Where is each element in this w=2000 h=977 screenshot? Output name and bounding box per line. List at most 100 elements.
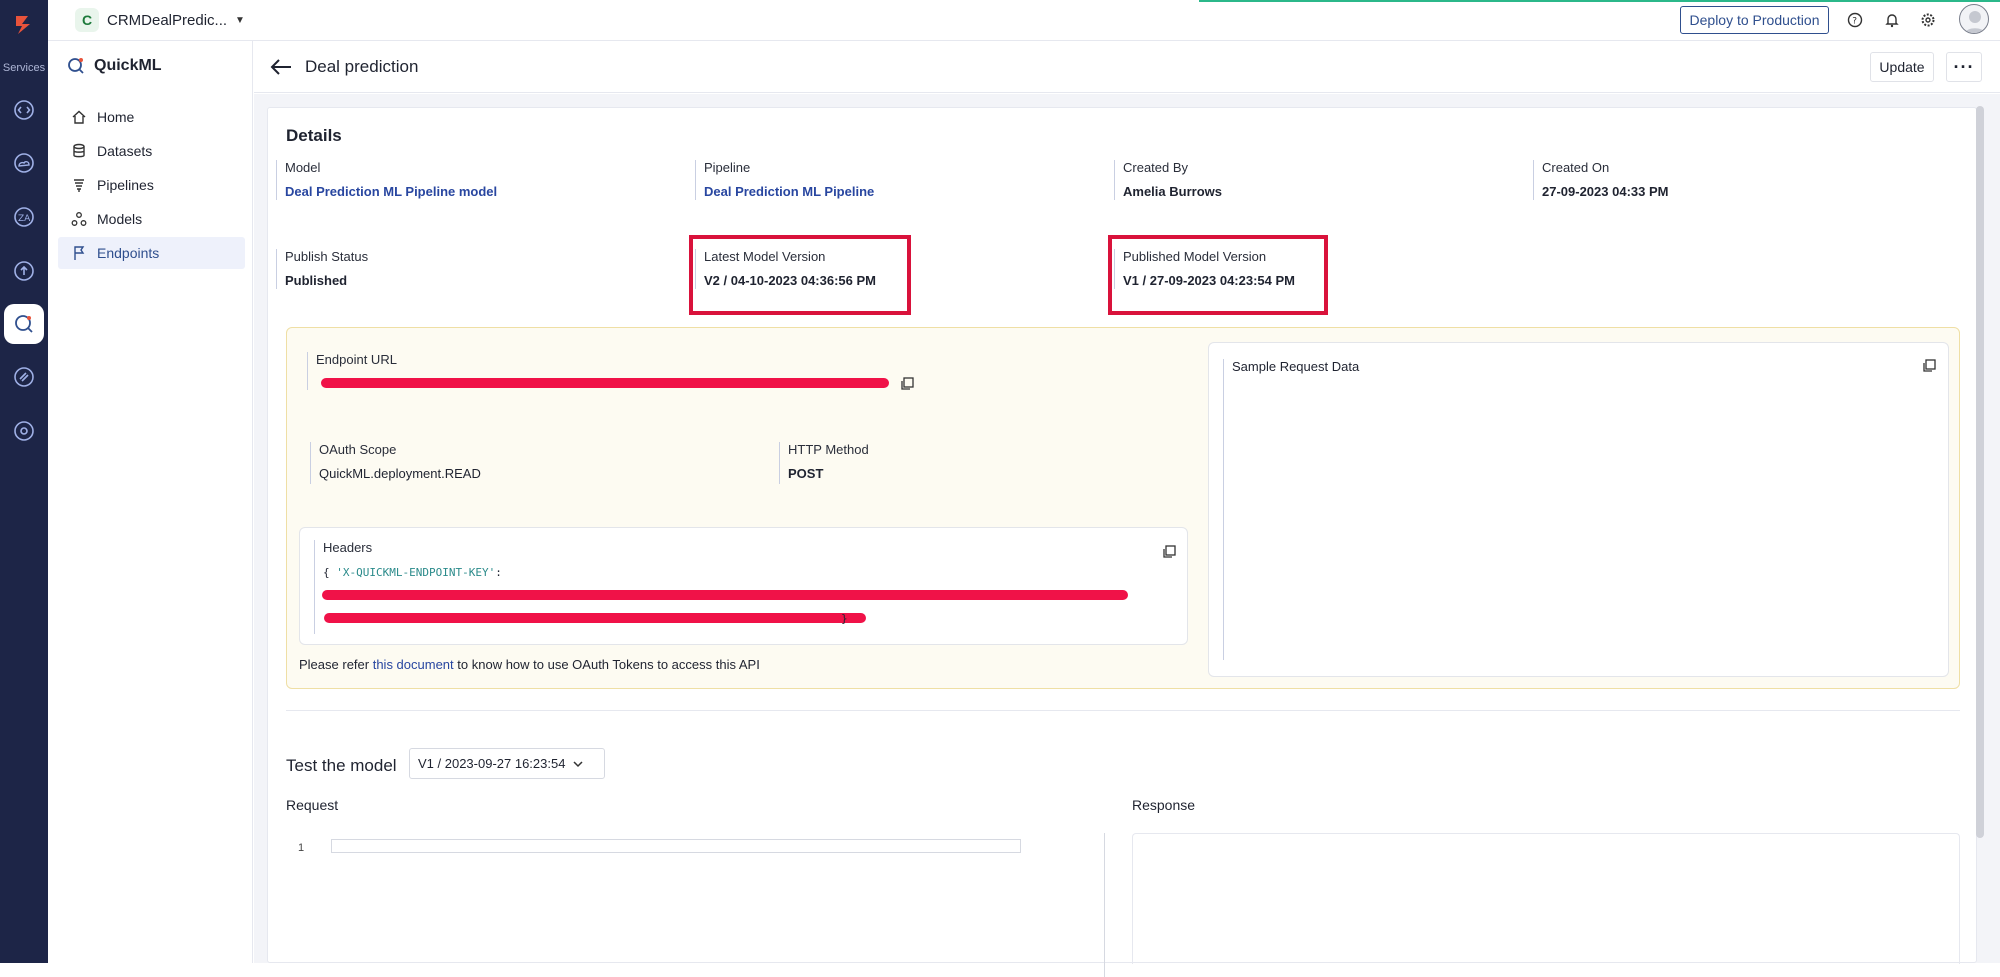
help-icon[interactable]: ? [1844, 9, 1866, 31]
sidebar: QuickML Home Datasets Pipelines Models E… [48, 41, 253, 963]
endpoint-url-label: Endpoint URL [316, 352, 397, 367]
pipeline-icon [74, 179, 84, 192]
project-badge: C [75, 8, 99, 32]
headers-close-brace: } [841, 612, 848, 625]
model-link[interactable]: Deal Prediction ML Pipeline model [285, 184, 497, 200]
services-label: Services [2, 62, 46, 74]
project-selector[interactable]: C CRMDealPredic... ▼ [75, 8, 245, 32]
chevron-down-icon [573, 760, 583, 767]
model-field: Model Deal Prediction ML Pipeline model [276, 160, 497, 200]
svg-text:ZA: ZA [18, 214, 31, 224]
test-model-heading: Test the model [286, 756, 397, 775]
pane-splitter[interactable] [1104, 833, 1105, 977]
copy-icon[interactable] [900, 377, 914, 391]
oauth-scope-value: QuickML.deployment.READ [319, 466, 481, 481]
sidebar-title: QuickML [94, 57, 162, 74]
sidebar-item-label: Datasets [97, 143, 153, 159]
sample-request-field: Sample Request Data [1223, 359, 1359, 660]
app-logo-icon[interactable] [10, 10, 38, 38]
sidebar-header: QuickML [66, 56, 162, 76]
headers-code: { 'X-QUICKML-ENDPOINT-KEY': [323, 566, 502, 579]
redacted-header-value-2 [324, 613, 866, 623]
svg-text:?: ? [1852, 17, 1857, 27]
documentation-link[interactable]: this document [373, 657, 454, 672]
headers-open-brace: { [323, 566, 330, 579]
database-icon [73, 143, 85, 158]
page-scrollbar[interactable] [1976, 106, 1984, 838]
sidebar-item-label: Pipelines [97, 177, 154, 193]
publish-status-label: Publish Status [285, 249, 369, 264]
headers-colon: : [495, 566, 502, 579]
created-on-field: Created On 27-09-2023 04:33 PM [1533, 160, 1668, 200]
created-by-field: Created By Amelia Burrows [1114, 160, 1222, 200]
created-by-label: Created By [1123, 160, 1189, 175]
quickml-service-icon[interactable] [4, 304, 44, 344]
back-arrow-icon[interactable] [269, 56, 293, 78]
deploy-to-production-button[interactable]: Deploy to Production [1680, 6, 1829, 34]
request-label: Request [286, 797, 339, 813]
highlight-box-latest-version [689, 235, 911, 315]
line-number: 1 [298, 842, 305, 854]
sidebar-item-label: Endpoints [97, 245, 160, 261]
sidebar-item-pipelines[interactable]: Pipelines [58, 169, 245, 201]
quickml-logo-icon [68, 58, 84, 74]
page-title: Deal prediction [305, 57, 419, 76]
headers-label: Headers [323, 540, 373, 555]
models-icon [71, 212, 87, 226]
publish-status-value: Published [285, 273, 348, 288]
upload-service-icon[interactable] [9, 256, 39, 286]
cloud-service-icon[interactable] [9, 148, 39, 178]
settings-service-icon[interactable] [9, 416, 39, 446]
flag-icon [74, 246, 85, 260]
request-editor[interactable] [331, 839, 1021, 853]
endpoint-section: Endpoint URL OAuth Scope QuickML.deploym… [286, 327, 1960, 689]
created-by-value: Amelia Burrows [1123, 184, 1222, 199]
details-heading: Details [286, 126, 342, 145]
section-divider [286, 710, 1960, 711]
pipeline-link[interactable]: Deal Prediction ML Pipeline [704, 184, 874, 200]
copy-icon[interactable] [1162, 545, 1176, 559]
more-options-button[interactable]: ··· [1946, 52, 1982, 82]
refer-prefix: Please refer [299, 657, 370, 672]
http-method-field: HTTP Method POST [779, 442, 869, 484]
model-label: Model [285, 160, 321, 175]
created-on-label: Created On [1542, 160, 1610, 175]
refer-suffix: to know how to use OAuth Tokens to acces… [457, 657, 760, 672]
redacted-endpoint-url [321, 378, 889, 388]
project-name: CRMDealPredic... [107, 11, 228, 29]
sidebar-item-label: Models [97, 211, 143, 227]
model-version-selected: V1 / 2023-09-27 16:23:54 [418, 756, 566, 771]
home-icon [72, 110, 86, 124]
sidebar-item-models[interactable]: Models [58, 203, 245, 235]
main-content: Details Model Deal Prediction ML Pipelin… [254, 94, 2000, 977]
link-service-icon[interactable] [9, 362, 39, 392]
response-label: Response [1132, 797, 1196, 813]
response-panel [1132, 833, 1960, 964]
sidebar-item-endpoints[interactable]: Endpoints [58, 237, 245, 269]
oauth-scope-field: OAuth Scope QuickML.deployment.READ [310, 442, 481, 484]
model-version-select[interactable]: V1 / 2023-09-27 16:23:54 [409, 748, 605, 779]
http-method-value: POST [788, 466, 824, 481]
sample-request-box: Sample Request Data [1208, 342, 1949, 677]
redacted-header-value-1 [322, 590, 1128, 600]
user-avatar[interactable] [1959, 4, 1989, 34]
created-on-value: 27-09-2023 04:33 PM [1542, 184, 1669, 199]
highlight-box-published-version [1108, 235, 1328, 315]
sidebar-item-home[interactable]: Home [58, 101, 245, 133]
sidebar-item-label: Home [97, 109, 135, 125]
headers-key: 'X-QUICKML-ENDPOINT-KEY' [336, 566, 496, 579]
oauth-scope-label: OAuth Scope [319, 442, 397, 457]
details-card: Details Model Deal Prediction ML Pipelin… [267, 107, 1977, 977]
oauth-reference-text: Please refer this document to know how t… [299, 657, 760, 672]
headers-box: Headers { 'X-QUICKML-ENDPOINT-KEY': } [299, 527, 1188, 645]
code-service-icon[interactable] [9, 95, 39, 125]
zia-service-icon[interactable]: ZA [9, 202, 39, 232]
pipeline-field: Pipeline Deal Prediction ML Pipeline [695, 160, 874, 200]
page-header: Deal prediction Update ··· [254, 41, 2000, 93]
sidebar-item-datasets[interactable]: Datasets [58, 135, 245, 167]
gear-icon[interactable] [1917, 9, 1939, 31]
http-method-label: HTTP Method [788, 442, 869, 457]
update-button[interactable]: Update [1870, 52, 1934, 82]
copy-icon[interactable] [1922, 359, 1936, 373]
bell-icon[interactable] [1881, 9, 1903, 31]
